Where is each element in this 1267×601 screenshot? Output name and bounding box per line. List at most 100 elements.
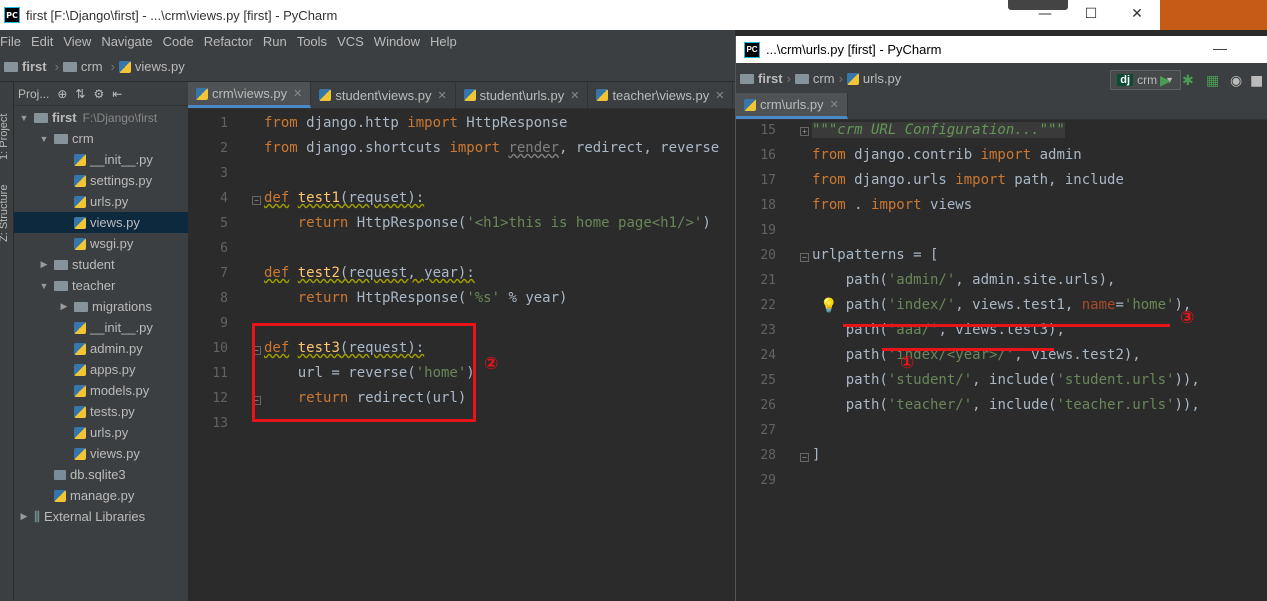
close-tab-icon[interactable]: ✕ bbox=[830, 98, 839, 111]
line-number: 28 bbox=[760, 448, 776, 463]
breadcrumb-first[interactable]: first bbox=[4, 59, 47, 74]
tab-student-views[interactable]: student\views.py ✕ bbox=[311, 82, 456, 108]
target-icon[interactable]: ⊕ bbox=[57, 87, 67, 101]
menu-view[interactable]: View bbox=[63, 34, 91, 49]
line-number: 9 bbox=[220, 316, 228, 331]
line-number: 29 bbox=[760, 473, 776, 488]
tree-item[interactable]: db.sqlite3 bbox=[14, 464, 188, 485]
fold-icon[interactable]: + bbox=[800, 127, 809, 136]
run-icon[interactable]: ▶ bbox=[1160, 73, 1171, 89]
collapsed-arrow-icon[interactable]: ▶ bbox=[58, 301, 70, 312]
tree-item[interactable]: ▼ teacher bbox=[14, 275, 188, 296]
project-view-selector[interactable]: Proj... bbox=[18, 87, 49, 101]
menu-refactor[interactable]: Refactor bbox=[204, 34, 253, 49]
close-tab-icon[interactable]: ✕ bbox=[715, 89, 724, 102]
tab-crm-urls[interactable]: crm\urls.py ✕ bbox=[736, 93, 848, 119]
annotation-3: ③ bbox=[1180, 308, 1195, 328]
close-tab-icon[interactable]: ✕ bbox=[293, 87, 302, 100]
stop-icon[interactable]: ■ bbox=[1250, 73, 1263, 89]
line-number: 24 bbox=[760, 348, 776, 363]
breadcrumb-urls[interactable]: urls.py bbox=[846, 71, 901, 86]
fold-icon[interactable]: − bbox=[252, 196, 261, 205]
breadcrumb-views[interactable]: views.py bbox=[118, 59, 185, 74]
tree-item[interactable]: ▼ crm bbox=[14, 128, 188, 149]
menu-file[interactable]: File bbox=[0, 34, 21, 49]
python-file-icon bbox=[463, 89, 476, 101]
code-line-8: return HttpResponse('%s' % year) bbox=[297, 290, 568, 306]
expanded-arrow-icon[interactable]: ▼ bbox=[38, 134, 50, 144]
code-line-21: path('admin/', admin.site.urls), bbox=[812, 272, 1116, 288]
annotation-box-test3 bbox=[252, 323, 476, 422]
code-area-urls[interactable]: 15 16 17 18 19 20 21 22 23 24 25 26 27 28 29 """crm UR… bbox=[736, 120, 1267, 600]
window-title: first [F:\Django\first] - ...\crm\views.… bbox=[26, 7, 338, 23]
annotation-underline-aaa bbox=[882, 348, 1054, 351]
minimize-button[interactable]: — bbox=[1213, 40, 1227, 56]
tree-item[interactable]: urls.py bbox=[14, 191, 188, 212]
tree-item[interactable]: settings.py bbox=[14, 170, 188, 191]
menu-help[interactable]: Help bbox=[430, 34, 457, 49]
expanded-arrow-icon[interactable]: ▼ bbox=[38, 281, 50, 291]
menu-navigate[interactable]: Navigate bbox=[101, 34, 152, 49]
collapse-icon[interactable]: ⇅ bbox=[75, 87, 85, 101]
tree-item[interactable]: ▼ first F:\Django\first bbox=[14, 107, 188, 128]
tree-item[interactable]: __init__.py bbox=[14, 149, 188, 170]
breadcrumb-crm[interactable]: crm bbox=[794, 71, 835, 86]
menu-tools[interactable]: Tools bbox=[297, 34, 327, 49]
tree-item[interactable]: urls.py bbox=[14, 422, 188, 443]
python-file-icon bbox=[74, 174, 86, 187]
structure-tool-tab[interactable]: Z: Structure bbox=[0, 185, 10, 242]
fold-icon[interactable]: − bbox=[800, 453, 809, 462]
tree-item[interactable]: wsgi.py bbox=[14, 233, 188, 254]
profile-icon[interactable]: ◉ bbox=[1230, 73, 1242, 89]
python-file-icon bbox=[74, 321, 86, 334]
expanded-arrow-icon[interactable]: ▼ bbox=[18, 113, 30, 123]
code-line-20: urlpatterns = [ bbox=[812, 247, 939, 263]
lightbulb-icon[interactable]: 💡 bbox=[820, 298, 837, 314]
tree-item[interactable]: ▶ student bbox=[14, 254, 188, 275]
gear-icon[interactable]: ⚙ bbox=[93, 87, 104, 101]
folder-icon bbox=[54, 280, 68, 291]
tab-teacher-views[interactable]: teacher\views.py ✕ bbox=[588, 82, 734, 108]
project-tool-tab[interactable]: 1: Project bbox=[0, 114, 10, 160]
python-file-icon bbox=[54, 489, 66, 502]
close-tab-icon[interactable]: ✕ bbox=[437, 89, 446, 102]
tree-item[interactable]: tests.py bbox=[14, 401, 188, 422]
menu-window[interactable]: Window bbox=[374, 34, 420, 49]
menu-code[interactable]: Code bbox=[163, 34, 194, 49]
tree-item[interactable]: ▶ ⫼ External Libraries bbox=[14, 506, 188, 527]
tree-item[interactable]: admin.py bbox=[14, 338, 188, 359]
tab-student-urls[interactable]: student\urls.py ✕ bbox=[456, 82, 589, 108]
tree-item[interactable]: apps.py bbox=[14, 359, 188, 380]
fold-icon[interactable]: − bbox=[800, 253, 809, 262]
tree-item[interactable]: __init__.py bbox=[14, 317, 188, 338]
close-tab-icon[interactable]: ✕ bbox=[570, 89, 579, 102]
tree-item[interactable]: views.py bbox=[14, 212, 188, 233]
menu-run[interactable]: Run bbox=[263, 34, 287, 49]
tree-item[interactable]: models.py bbox=[14, 380, 188, 401]
menu-vcs[interactable]: VCS bbox=[337, 34, 364, 49]
code-line-4: def test1(requset): bbox=[264, 190, 425, 206]
tree-item[interactable]: ▶ migrations bbox=[14, 296, 188, 317]
main-title-bar: PC first [F:\Django\first] - ...\crm\vie… bbox=[0, 0, 1160, 30]
python-file-icon bbox=[118, 60, 131, 73]
collapsed-arrow-icon[interactable]: ▶ bbox=[18, 511, 30, 522]
breadcrumb-crm[interactable]: crm bbox=[62, 59, 103, 74]
tree-item[interactable]: views.py bbox=[14, 443, 188, 464]
breadcrumb-first[interactable]: first bbox=[740, 71, 783, 86]
maximize-button[interactable]: ☐ bbox=[1068, 0, 1114, 30]
tree-item-label: views.py bbox=[90, 446, 140, 461]
menu-edit[interactable]: Edit bbox=[31, 34, 53, 49]
coverage-icon[interactable]: ▦ bbox=[1206, 73, 1219, 89]
line-number: 19 bbox=[760, 223, 776, 238]
tree-item-label: models.py bbox=[90, 383, 150, 398]
python-file-icon bbox=[74, 426, 86, 439]
tree-item[interactable]: manage.py bbox=[14, 485, 188, 506]
database-file-icon bbox=[54, 469, 66, 480]
line-number: 13 bbox=[212, 416, 228, 431]
hide-icon[interactable]: ⇤ bbox=[112, 87, 122, 101]
tab-crm-views[interactable]: crm\views.py ✕ bbox=[188, 82, 312, 108]
debug-icon[interactable]: ✱ bbox=[1182, 73, 1194, 89]
line-number: 17 bbox=[760, 173, 776, 188]
collapsed-arrow-icon[interactable]: ▶ bbox=[38, 259, 50, 270]
close-button[interactable]: ✕ bbox=[1114, 0, 1160, 30]
